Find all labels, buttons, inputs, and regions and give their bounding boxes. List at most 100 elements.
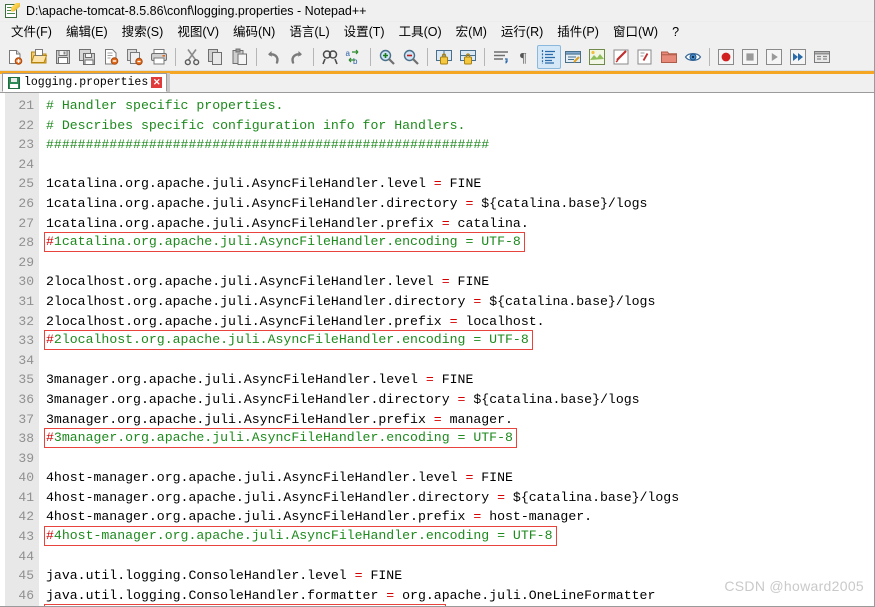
- save-all-icon[interactable]: [75, 45, 99, 69]
- tab-logging-properties[interactable]: logging.properties ✕: [2, 73, 168, 92]
- close-file-icon[interactable]: [99, 45, 123, 69]
- token-eq: =: [441, 274, 450, 290]
- token-hash: #: [46, 234, 54, 250]
- token-eq: =: [433, 411, 442, 427]
- show-all-chars-icon[interactable]: ¶: [513, 45, 537, 69]
- print-icon[interactable]: [147, 45, 171, 69]
- menu-edit[interactable]: 编辑(E): [59, 23, 115, 42]
- monitoring-icon[interactable]: [681, 45, 705, 69]
- code-line[interactable]: 1catalina.org.apache.juli.AsyncFileHandl…: [46, 174, 481, 194]
- toolbar-separator: [370, 47, 371, 66]
- toolbar-separator: [484, 47, 485, 66]
- sync-horizontal-scroll-icon[interactable]: [456, 45, 480, 69]
- title-bar: D:\apache-tomcat-8.5.86\conf\logging.pro…: [0, 0, 874, 22]
- zoom-in-icon[interactable]: [375, 45, 399, 69]
- play-macro-icon[interactable]: [762, 45, 786, 69]
- close-all-files-icon[interactable]: [123, 45, 147, 69]
- code-line[interactable]: java.util.logging.ConsoleHandler.formatt…: [46, 586, 655, 606]
- cut-icon[interactable]: [180, 45, 204, 69]
- code-line[interactable]: [46, 547, 54, 567]
- code-content[interactable]: # Handler specific properties. # Describe…: [39, 93, 874, 606]
- code-line[interactable]: 2localhost.org.apache.juli.AsyncFileHand…: [46, 292, 655, 312]
- copy-icon[interactable]: [204, 45, 228, 69]
- user-defined-dialog-icon[interactable]: [561, 45, 585, 69]
- code-line[interactable]: ########################################…: [46, 135, 489, 155]
- code-line[interactable]: [46, 449, 54, 469]
- save-icon[interactable]: [51, 45, 75, 69]
- replace-icon[interactable]: a b: [342, 45, 366, 69]
- notepad-plus-plus-icon: [4, 2, 20, 19]
- line-number: 43: [18, 529, 34, 545]
- code-line[interactable]: #3manager.org.apache.juli.AsyncFileHandl…: [44, 428, 517, 449]
- menu-window[interactable]: 窗口(W): [606, 23, 665, 42]
- token-val: manager.: [441, 411, 513, 427]
- code-line[interactable]: [46, 253, 54, 273]
- code-line[interactable]: # Handler specific properties.: [46, 96, 283, 116]
- undo-icon[interactable]: [261, 45, 285, 69]
- code-line[interactable]: java.util.logging.ConsoleHandler.level =…: [46, 566, 402, 586]
- menu-tools[interactable]: 工具(O): [392, 23, 449, 42]
- open-file-icon[interactable]: [27, 45, 51, 69]
- code-line[interactable]: 2localhost.org.apache.juli.AsyncFileHand…: [46, 312, 545, 332]
- code-line[interactable]: 4host-manager.org.apache.juli.AsyncFileH…: [46, 468, 513, 488]
- find-icon[interactable]: [318, 45, 342, 69]
- folder-workspace-icon[interactable]: [657, 45, 681, 69]
- redo-icon[interactable]: [285, 45, 309, 69]
- code-line[interactable]: #1catalina.org.apache.juli.AsyncFileHand…: [44, 232, 525, 253]
- token-key: 4host-manager.org.apache.juli.AsyncFileH…: [46, 470, 466, 486]
- token-val: localhost.: [457, 313, 545, 329]
- menu-run[interactable]: 运行(R): [494, 23, 550, 42]
- code-line[interactable]: 3manager.org.apache.juli.AsyncFileHandle…: [46, 410, 513, 430]
- sync-vertical-scroll-icon[interactable]: [432, 45, 456, 69]
- menu-settings[interactable]: 设置(T): [337, 23, 392, 42]
- token-val: FINE: [441, 176, 482, 192]
- token-eq: =: [441, 215, 450, 231]
- document-map-icon[interactable]: [585, 45, 609, 69]
- token-key: java.util.logging.ConsoleHandler.level: [46, 568, 355, 584]
- code-line[interactable]: # Describes specific configuration info …: [46, 116, 465, 136]
- toolbar-separator: [175, 47, 176, 66]
- code-line[interactable]: 2localhost.org.apache.juli.AsyncFileHand…: [46, 272, 489, 292]
- line-number: 38: [18, 431, 34, 447]
- token-comment: 3manager.org.apache.juli.AsyncFileHandle…: [53, 430, 513, 446]
- run-macro-multiple-icon[interactable]: [786, 45, 810, 69]
- code-line[interactable]: 1catalina.org.apache.juli.AsyncFileHandl…: [46, 194, 647, 214]
- menu-help[interactable]: ?: [665, 23, 686, 42]
- code-line[interactable]: 3manager.org.apache.juli.AsyncFileHandle…: [46, 390, 640, 410]
- code-line[interactable]: #java.util.logging.ConsoleHandler.encodi…: [44, 604, 446, 606]
- word-wrap-icon[interactable]: [489, 45, 513, 69]
- menu-file[interactable]: 文件(F): [4, 23, 59, 42]
- token-comment: 2localhost.org.apache.juli.AsyncFileHand…: [53, 332, 529, 348]
- line-number: 37: [18, 411, 34, 427]
- token-eq: =: [425, 372, 434, 388]
- code-line[interactable]: #4host-manager.org.apache.juli.AsyncFile…: [44, 526, 557, 547]
- close-tab-icon[interactable]: ✕: [151, 77, 163, 88]
- menu-plugins[interactable]: 插件(P): [550, 23, 606, 42]
- code-line[interactable]: 4host-manager.org.apache.juli.AsyncFileH…: [46, 488, 679, 508]
- doc-switcher-icon[interactable]: [633, 45, 657, 69]
- indent-guide-icon[interactable]: [537, 44, 561, 69]
- editor-area[interactable]: 21 22 23 24 25 26 27 28 29 30 31 32 33 34 35 36 37 38 39 40…: [0, 93, 874, 606]
- code-line[interactable]: [46, 351, 54, 371]
- menu-search[interactable]: 搜索(S): [115, 23, 171, 42]
- menu-language[interactable]: 语言(L): [282, 23, 336, 42]
- new-file-icon[interactable]: [3, 45, 27, 69]
- code-line[interactable]: [46, 155, 54, 175]
- menu-view[interactable]: 视图(V): [170, 23, 226, 42]
- menu-encoding[interactable]: 编码(N): [226, 23, 282, 42]
- code-line[interactable]: 1catalina.org.apache.juli.AsyncFileHandl…: [46, 214, 529, 234]
- record-macro-icon[interactable]: [714, 45, 738, 69]
- line-number: 35: [18, 372, 34, 388]
- code-line[interactable]: #2localhost.org.apache.juli.AsyncFileHan…: [44, 330, 533, 351]
- stop-macro-icon[interactable]: [738, 45, 762, 69]
- save-macro-icon[interactable]: [810, 45, 834, 69]
- paste-icon[interactable]: [228, 45, 252, 69]
- function-list-icon[interactable]: [609, 45, 633, 69]
- line-number: 34: [18, 352, 34, 368]
- line-number: 25: [18, 176, 34, 192]
- menu-macro[interactable]: 宏(M): [449, 23, 494, 42]
- zoom-out-icon[interactable]: [399, 45, 423, 69]
- code-line[interactable]: 3manager.org.apache.juli.AsyncFileHandle…: [46, 370, 473, 390]
- token-eq: =: [449, 313, 458, 329]
- code-line[interactable]: 4host-manager.org.apache.juli.AsyncFileH…: [46, 507, 592, 527]
